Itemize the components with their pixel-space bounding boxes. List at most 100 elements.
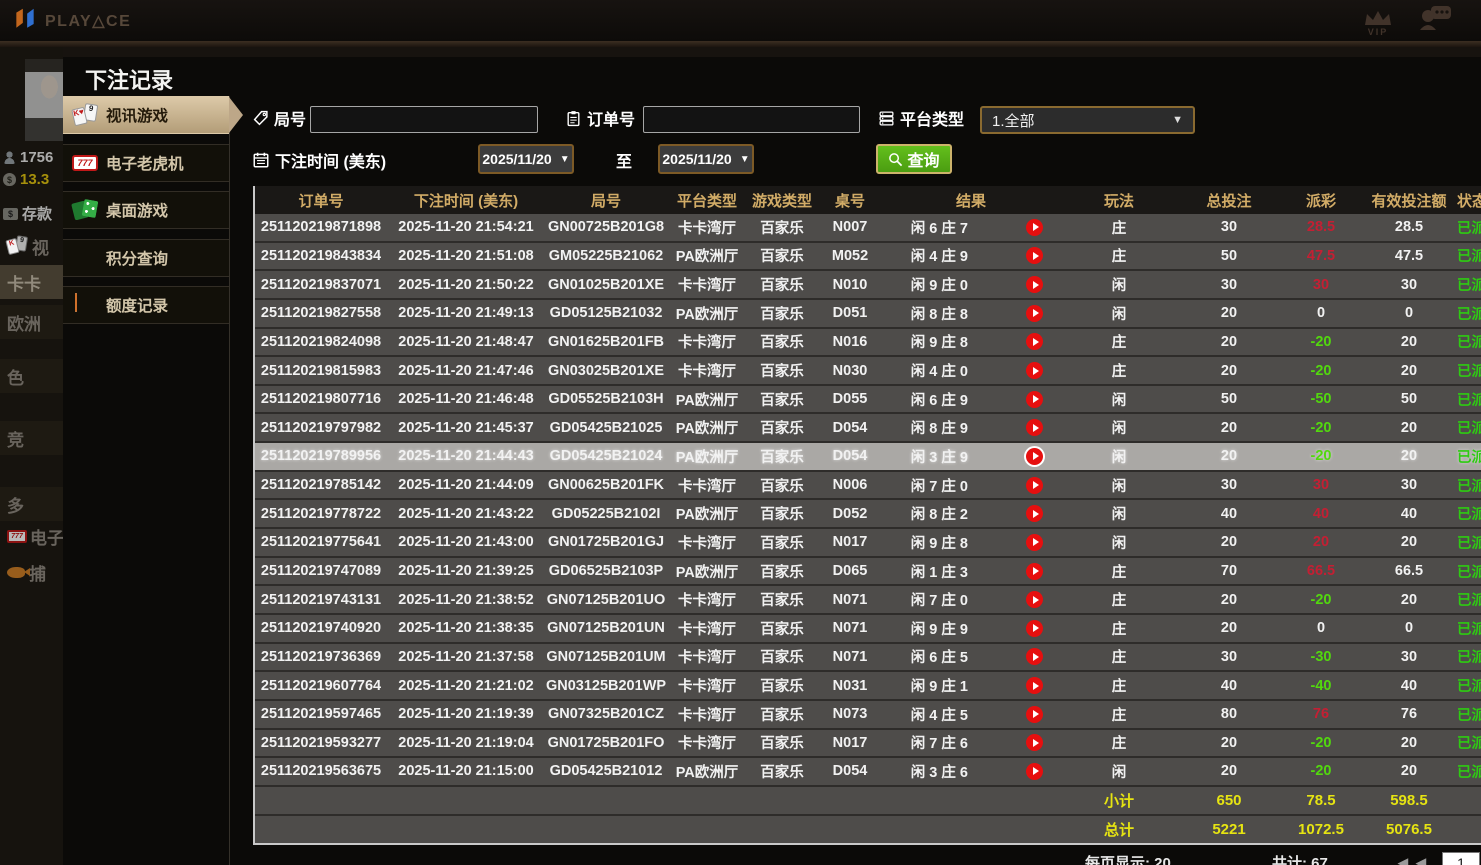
play-icon[interactable] — [1026, 362, 1043, 379]
prev-page-button[interactable]: ◀ — [1416, 855, 1426, 865]
table-row[interactable]: 2511202197409202025-11-20 21:38:35GN0712… — [255, 615, 1481, 644]
date-to-select[interactable]: 2025/11/20▼ — [658, 144, 754, 174]
cell-result: 闲 9 庄 9 — [883, 615, 1059, 642]
table-row[interactable]: 2511202196077642025-11-20 21:21:02GN0312… — [255, 672, 1481, 701]
play-icon[interactable] — [1026, 333, 1043, 350]
page-input[interactable] — [1442, 852, 1480, 865]
subtotal-valid: 598.5 — [1363, 787, 1455, 814]
cell-status: 已派彩 — [1455, 214, 1481, 241]
play-icon[interactable] — [1026, 477, 1043, 494]
cell-round-no: GD05425B21012 — [545, 758, 667, 785]
table-header-row: 订单号下注时间 (美东)局号平台类型游戏类型桌号结果玩法总投注派彩有效投注额状态 — [255, 186, 1481, 214]
cell-table-no: N006 — [817, 472, 883, 499]
menu-item-slots[interactable]: 777 电子老虎机 — [63, 144, 229, 182]
cell-play-type: 闲 — [1059, 271, 1179, 298]
total-valid: 5076.5 — [1363, 816, 1455, 843]
header-play-type: 玩法 — [1059, 186, 1179, 214]
platform-type-select[interactable]: 1.全部▼ — [980, 106, 1195, 134]
play-icon[interactable] — [1026, 620, 1043, 637]
cell-platform-type: 卡卡湾厅 — [667, 615, 747, 642]
table-row[interactable]: 2511202197979822025-11-20 21:45:37GD0542… — [255, 414, 1481, 443]
cell-payout: -20 — [1279, 329, 1363, 356]
table-row[interactable]: 2511202195636752025-11-20 21:15:00GD0542… — [255, 758, 1481, 787]
play-icon[interactable] — [1026, 563, 1043, 580]
cell-table-no: M052 — [817, 243, 883, 270]
cell-total-bet: 20 — [1179, 443, 1279, 470]
header-round-no: 局号 — [545, 186, 667, 214]
table-row[interactable]: 2511202198718982025-11-20 21:54:21GN0072… — [255, 214, 1481, 243]
first-page-button[interactable]: ◀ — [1398, 855, 1408, 865]
bg-nav-duo: 多 — [0, 487, 63, 521]
cell-order-no: 251120219789956 — [255, 443, 387, 470]
play-icon[interactable] — [1026, 763, 1043, 780]
play-icon[interactable] — [1026, 648, 1043, 665]
play-icon[interactable] — [1026, 706, 1043, 723]
search-button[interactable]: 查询 — [876, 144, 952, 174]
play-icon[interactable] — [1026, 591, 1043, 608]
round-no-input[interactable] — [310, 106, 538, 133]
play-icon[interactable] — [1026, 677, 1043, 694]
cell-status: 已派彩 — [1455, 586, 1481, 613]
play-icon[interactable] — [1026, 247, 1043, 264]
order-no-input[interactable] — [643, 106, 860, 133]
table-row[interactable]: 2511202197470892025-11-20 21:39:25GD0652… — [255, 558, 1481, 587]
platform-type-label: 平台类型 — [878, 106, 964, 130]
table-row[interactable]: 2511202197787222025-11-20 21:43:22GD0522… — [255, 500, 1481, 529]
cell-bet-time: 2025-11-20 21:47:46 — [387, 357, 545, 384]
order-no-label: 订单号 — [565, 106, 635, 130]
cell-platform-type: PA欧洲厅 — [667, 300, 747, 327]
table-row[interactable]: 2511202198438342025-11-20 21:51:08GM0522… — [255, 243, 1481, 272]
table-row[interactable]: 2511202195932772025-11-20 21:19:04GN0172… — [255, 730, 1481, 759]
play-icon[interactable] — [1026, 219, 1043, 236]
menu-item-points[interactable]: 积分查询 — [63, 239, 229, 277]
customer-service-icon[interactable] — [1419, 4, 1453, 37]
play-icon[interactable] — [1026, 734, 1043, 751]
cell-bet-time: 2025-11-20 21:39:25 — [387, 558, 545, 585]
table-row[interactable]: 2511202195974652025-11-20 21:19:39GN0732… — [255, 701, 1481, 730]
play-icon[interactable] — [1026, 419, 1043, 436]
date-from-select[interactable]: 2025/11/20▼ — [478, 144, 574, 174]
cell-valid-bet: 20 — [1363, 329, 1455, 356]
cell-order-no: 251120219815983 — [255, 357, 387, 384]
cell-total-bet: 20 — [1179, 758, 1279, 785]
table-row[interactable]: 2511202198275582025-11-20 21:49:13GD0512… — [255, 300, 1481, 329]
play-icon[interactable] — [1026, 305, 1043, 322]
table-row[interactable]: 2511202198159832025-11-20 21:47:46GN0302… — [255, 357, 1481, 386]
cell-result: 闲 7 庄 0 — [883, 586, 1059, 613]
table-row[interactable]: 2511202197756412025-11-20 21:43:00GN0172… — [255, 529, 1481, 558]
menu-item-live-games[interactable]: K♥9 视讯游戏 — [63, 96, 229, 134]
cell-play-type: 庄 — [1059, 214, 1179, 241]
cell-game-type: 百家乐 — [747, 615, 817, 642]
cell-platform-type: 卡卡湾厅 — [667, 701, 747, 728]
play-icon[interactable] — [1026, 276, 1043, 293]
cell-status: 已派彩 — [1455, 758, 1481, 785]
table-row[interactable]: 2511202198077162025-11-20 21:46:48GD0552… — [255, 386, 1481, 415]
cell-payout: 30 — [1279, 472, 1363, 499]
cell-payout: 28.5 — [1279, 214, 1363, 241]
table-row[interactable]: 2511202197431312025-11-20 21:38:52GN0712… — [255, 586, 1481, 615]
brand-logo[interactable]: PLAY△CE — [12, 5, 131, 36]
menu-item-quota-records[interactable]: 额度记录 — [63, 286, 229, 324]
table-row[interactable]: 2511202198370712025-11-20 21:50:22GN0102… — [255, 271, 1481, 300]
cell-payout: 0 — [1279, 615, 1363, 642]
cell-total-bet: 20 — [1179, 586, 1279, 613]
table-row[interactable]: 2511202197851422025-11-20 21:44:09GN0062… — [255, 472, 1481, 501]
table-row[interactable]: 2511202198240982025-11-20 21:48:47GN0162… — [255, 329, 1481, 358]
menu-item-table-games[interactable]: 桌面游戏 — [63, 191, 229, 229]
play-icon[interactable] — [1026, 534, 1043, 551]
vip-button[interactable]: VIP — [1363, 10, 1393, 37]
cell-result: 闲 8 庄 8 — [883, 300, 1059, 327]
cell-result: 闲 6 庄 7 — [883, 214, 1059, 241]
play-icon[interactable] — [1026, 448, 1043, 465]
table-row[interactable]: 2511202197363692025-11-20 21:37:58GN0712… — [255, 644, 1481, 673]
play-icon[interactable] — [1026, 391, 1043, 408]
cell-play-type: 闲 — [1059, 443, 1179, 470]
play-icon[interactable] — [1026, 505, 1043, 522]
cell-order-no: 251120219736369 — [255, 644, 387, 671]
cell-table-no: D055 — [817, 386, 883, 413]
cell-order-no: 251120219607764 — [255, 672, 387, 699]
table-row[interactable]: 2511202197899562025-11-20 21:44:43GD0542… — [255, 443, 1481, 472]
cell-game-type: 百家乐 — [747, 701, 817, 728]
cell-round-no: GN07325B201CZ — [545, 701, 667, 728]
cell-platform-type: 卡卡湾厅 — [667, 329, 747, 356]
